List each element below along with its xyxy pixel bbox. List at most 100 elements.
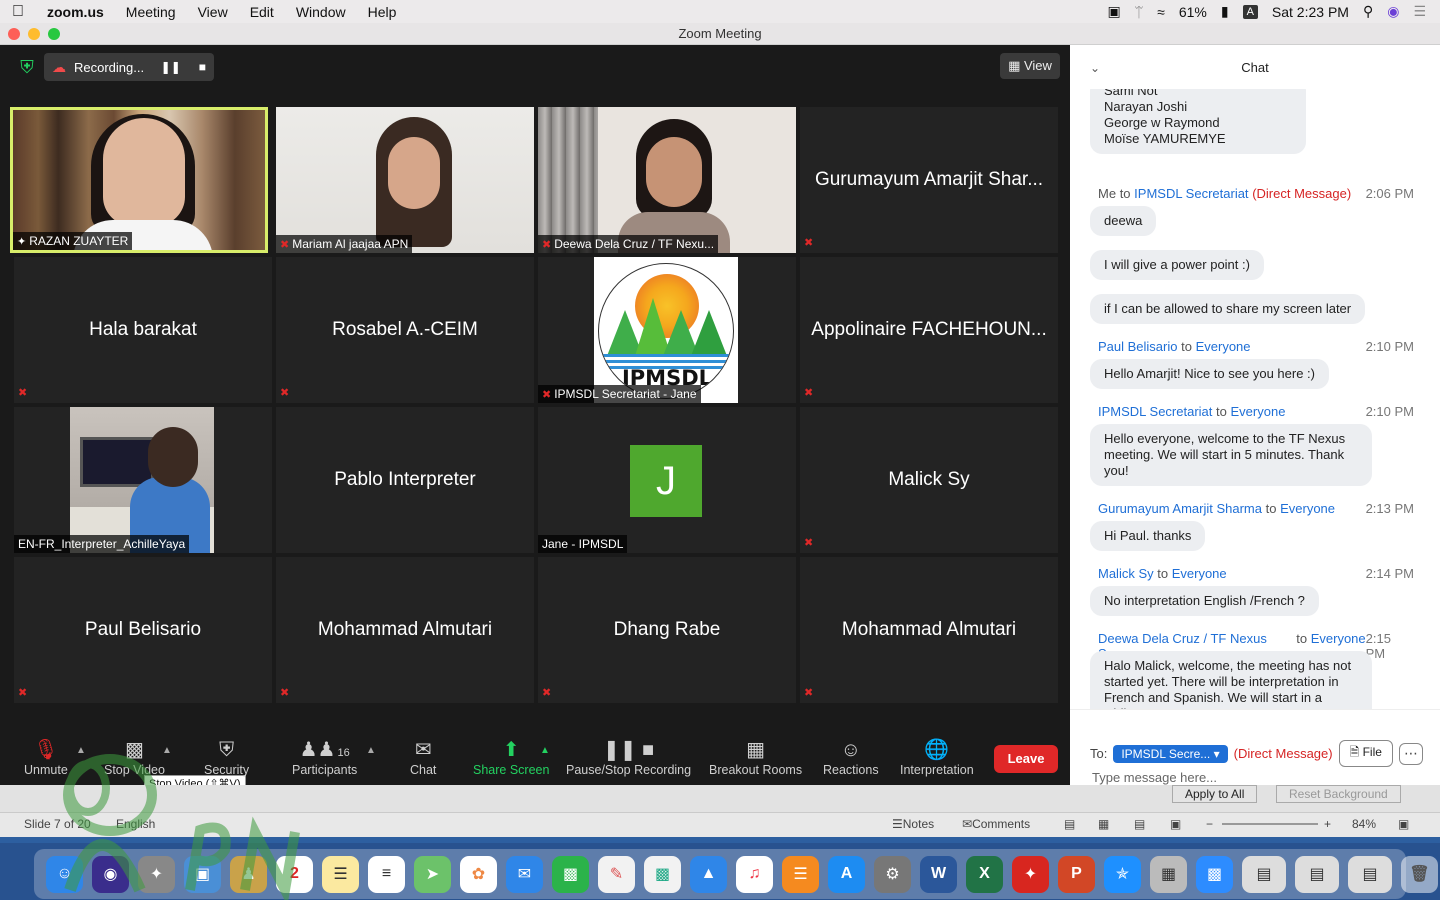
video-tile[interactable]: Malick Sy ✖ bbox=[800, 407, 1058, 553]
spotlight-icon[interactable]: ⚲ bbox=[1363, 3, 1373, 20]
file-button[interactable]: 🗎 File bbox=[1338, 740, 1393, 767]
video-tile[interactable]: Paul Belisario ✖ bbox=[14, 557, 272, 703]
fit-slide-icon[interactable]: ▣ bbox=[1398, 817, 1409, 831]
menu-edit[interactable]: Edit bbox=[239, 4, 285, 20]
video-tile[interactable]: ✖ Deewa Dela Cruz / TF Nexu... bbox=[538, 107, 796, 253]
menu-bar:  zoom.us Meeting View Edit Window Help … bbox=[0, 0, 1440, 23]
battery-icon[interactable]: ▮ bbox=[1221, 3, 1229, 20]
input-source[interactable]: A bbox=[1242, 4, 1258, 19]
menu-app[interactable]: zoom.us bbox=[36, 4, 115, 20]
calculator-icon[interactable]: ▦ bbox=[1150, 855, 1187, 893]
participants-options-caret[interactable]: ▲ bbox=[366, 745, 376, 756]
pages-icon[interactable]: ✎ bbox=[598, 855, 635, 893]
share-screen-button[interactable]: ⬆ Share Screen bbox=[473, 737, 549, 777]
message-input[interactable]: Type message here... bbox=[1092, 770, 1217, 785]
video-tile[interactable]: ✦ RAZAN ZUAYTER bbox=[10, 107, 268, 253]
siri-icon[interactable]: ◉ bbox=[1387, 3, 1399, 20]
menu-meeting[interactable]: Meeting bbox=[115, 4, 187, 20]
video-tile[interactable]: Mohammad Almutari ✖ bbox=[800, 557, 1058, 703]
video-tile[interactable]: ✖ Mariam Al jaajaa APN bbox=[276, 107, 534, 253]
video-tile[interactable]: Hala barakat ✖ bbox=[14, 257, 272, 403]
zoom-app-icon[interactable]: ▩ bbox=[1196, 855, 1233, 893]
clock[interactable]: Sat 2:23 PM bbox=[1272, 4, 1349, 20]
video-tile[interactable]: Rosabel A.-CEIM ✖ bbox=[276, 257, 534, 403]
reset-background-button[interactable]: Reset Background bbox=[1276, 785, 1401, 803]
video-tile[interactable]: Appolinaire FACHEHOUN... ✖ bbox=[800, 257, 1058, 403]
messages-icon[interactable]: ✉ bbox=[506, 855, 543, 893]
keynote-icon[interactable]: ▲ bbox=[690, 855, 727, 893]
reminders-icon[interactable]: ≡ bbox=[368, 855, 405, 893]
chat-message: if I can be allowed to share my screen l… bbox=[1090, 294, 1366, 324]
facetime-icon[interactable]: ▩ bbox=[552, 855, 589, 893]
close-window-button[interactable] bbox=[8, 28, 20, 40]
mic-muted-icon: ✖ bbox=[18, 687, 28, 699]
comments-button[interactable]: ✉ Comments bbox=[962, 817, 1030, 831]
recipient-dropdown[interactable]: IPMSDL Secre... ▾ bbox=[1113, 744, 1228, 763]
reading-view-icon[interactable]: ▤ bbox=[1134, 817, 1145, 831]
window-titlebar: Zoom Meeting bbox=[0, 23, 1440, 45]
pause-stop-icon: ❚❚ ■ bbox=[602, 739, 655, 761]
zoom-status-icon[interactable]: ▣ bbox=[1107, 3, 1120, 20]
participant-name: ✖ IPMSDL Secretariat - Jane bbox=[538, 385, 701, 403]
menu-window[interactable]: Window bbox=[285, 4, 357, 20]
safari-icon[interactable]: ✯ bbox=[1104, 855, 1141, 893]
chat-message-header: IPMSDL Secretariat to Everyone 2:10 PM bbox=[1098, 404, 1414, 419]
pause-recording-icon[interactable]: ❚❚ bbox=[161, 60, 181, 74]
video-tile[interactable]: Dhang Rabe ✖ bbox=[538, 557, 796, 703]
shield-icon[interactable]: ⛨ bbox=[16, 57, 38, 79]
pause-stop-recording-button[interactable]: ❚❚ ■ Pause/Stop Recording bbox=[566, 737, 691, 777]
video-tile[interactable]: J Jane - IPMSDL bbox=[538, 407, 796, 553]
app-store-icon[interactable]: A bbox=[828, 855, 865, 893]
numbers-icon[interactable]: ▩ bbox=[644, 855, 681, 893]
leave-button[interactable]: Leave bbox=[994, 745, 1058, 773]
breakout-rooms-button[interactable]: ▦ Breakout Rooms bbox=[709, 737, 802, 777]
participant-name: EN-FR_Interpreter_AchilleYaya bbox=[14, 535, 190, 553]
window-thumbnail-icon[interactable]: ▤ bbox=[1295, 855, 1339, 893]
minimize-window-button[interactable] bbox=[28, 28, 40, 40]
zoom-slider[interactable] bbox=[1222, 823, 1318, 825]
menu-view[interactable]: View bbox=[187, 4, 239, 20]
view-button[interactable]: ▦ View bbox=[1000, 53, 1060, 79]
menu-help[interactable]: Help bbox=[357, 4, 408, 20]
chevron-down-icon[interactable]: ⌄ bbox=[1090, 45, 1100, 91]
slideshow-icon[interactable]: ▣ bbox=[1170, 817, 1181, 831]
video-tile[interactable]: Gurumayum Amarjit Shar... ✖ bbox=[800, 107, 1058, 253]
stop-recording-icon[interactable]: ■ bbox=[199, 60, 206, 74]
chat-messages[interactable]: Sami Not Narayan Joshi George w Raymond … bbox=[1070, 89, 1440, 709]
acrobat-icon[interactable]: ✦ bbox=[1012, 855, 1049, 893]
video-tile[interactable]: EN-FR_Interpreter_AchilleYaya bbox=[14, 407, 272, 553]
zoom-window-button[interactable] bbox=[48, 28, 60, 40]
notification-center-icon[interactable]: ☰ bbox=[1413, 3, 1426, 20]
zoom-out-icon[interactable]: − bbox=[1206, 817, 1213, 831]
interpretation-button[interactable]: 🌐 Interpretation bbox=[900, 737, 974, 777]
notes-button[interactable]: ☰ Notes bbox=[892, 817, 934, 831]
chat-button[interactable]: ✉ Chat bbox=[410, 737, 436, 777]
mic-muted-icon: ✦ bbox=[17, 235, 27, 248]
normal-view-icon[interactable]: ▤ bbox=[1064, 817, 1075, 831]
video-tile[interactable]: Pablo Interpreter bbox=[276, 407, 534, 553]
books-icon[interactable]: ☰ bbox=[782, 855, 819, 893]
excel-icon[interactable]: X bbox=[966, 855, 1003, 893]
zoom-in-icon[interactable]: + bbox=[1324, 817, 1331, 831]
window-thumbnail-icon[interactable]: ▤ bbox=[1242, 855, 1286, 893]
apply-to-all-button[interactable]: Apply to All bbox=[1172, 785, 1258, 803]
trash-icon[interactable]: 🗑 bbox=[1401, 855, 1438, 893]
wifi-icon[interactable]: ≈ bbox=[1157, 4, 1165, 20]
word-icon[interactable]: W bbox=[920, 855, 957, 893]
maps-icon[interactable]: ➤ bbox=[414, 855, 451, 893]
video-tile[interactable]: Mohammad Almutari ✖ bbox=[276, 557, 534, 703]
video-tile[interactable]: IPMSDL ✖ IPMSDL Secretariat - Jane bbox=[538, 257, 796, 403]
more-options-button[interactable]: ⋯ bbox=[1398, 742, 1423, 765]
menu-extras: ▣ ᛠ ≈ 61% ▮ A Sat 2:23 PM ⚲ ◉ ☰ bbox=[1107, 3, 1440, 20]
apple-icon[interactable]:  bbox=[0, 3, 36, 21]
powerpoint-icon[interactable]: P bbox=[1058, 855, 1095, 893]
share-options-caret[interactable]: ▲ bbox=[540, 745, 550, 756]
music-icon[interactable]: ♫ bbox=[736, 855, 773, 893]
system-preferences-icon[interactable]: ⚙ bbox=[874, 855, 911, 893]
bluetooth-icon[interactable]: ᛠ bbox=[1135, 4, 1143, 20]
reactions-button[interactable]: ☺ Reactions bbox=[823, 737, 879, 777]
slide-sorter-icon[interactable]: ▦ bbox=[1098, 817, 1109, 831]
window-thumbnail-icon[interactable]: ▤ bbox=[1348, 855, 1392, 893]
photos-icon[interactable]: ✿ bbox=[460, 855, 497, 893]
battery-percent[interactable]: 61% bbox=[1179, 4, 1207, 20]
